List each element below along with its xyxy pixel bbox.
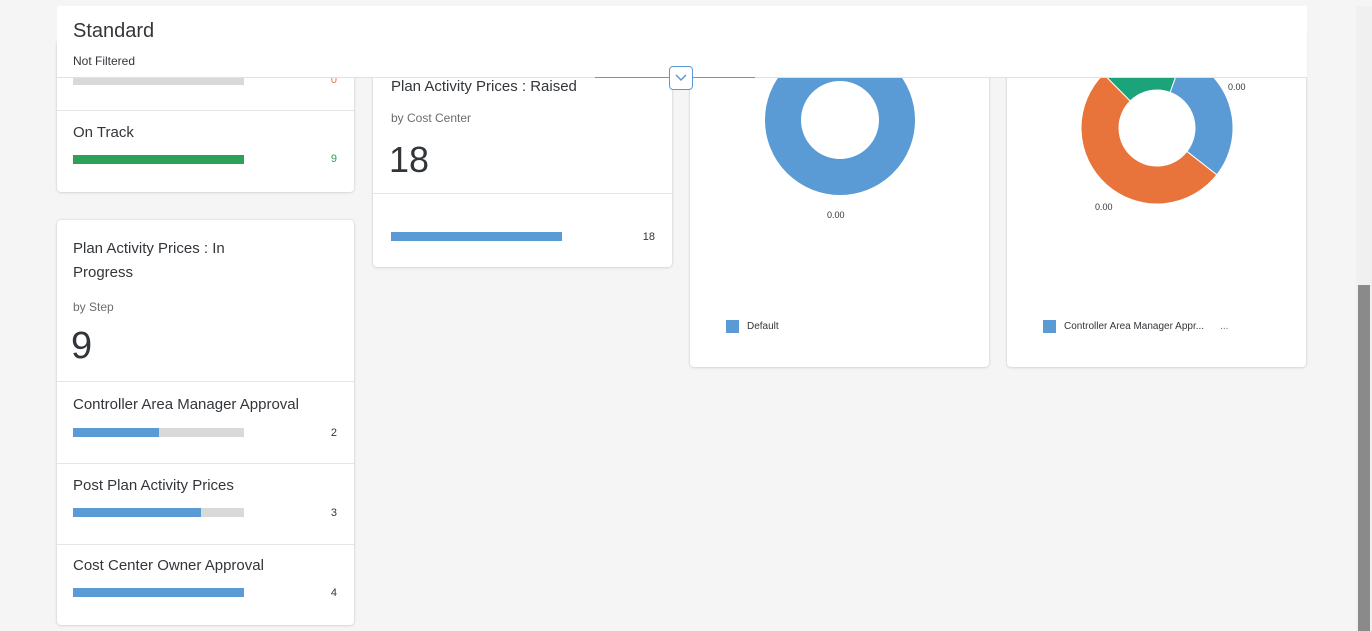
row-label-on-track: On Track [73, 124, 134, 141]
row-count: 18 [642, 231, 655, 243]
progress-bar-track [73, 588, 244, 597]
legend-swatch [726, 320, 739, 333]
row-count: 2 [330, 427, 337, 439]
raised-card[interactable]: Plan Activity Prices : Raised by Cost Ce… [373, 55, 672, 267]
progress-bar-fill [73, 155, 244, 164]
row-count: 9 [330, 153, 337, 165]
row-count: 3 [330, 507, 337, 519]
donut-card-steps[interactable]: 0.00 0.00 Controller Area Manager Appr..… [1007, 30, 1306, 367]
legend-swatch [1043, 320, 1056, 333]
step-label: Controller Area Manager Approval [73, 396, 299, 413]
data-label: 0.00 [827, 210, 845, 220]
in-progress-card[interactable]: Plan Activity Prices : In Progress by St… [57, 220, 354, 625]
donut-card-default[interactable]: 0.00 Default [690, 30, 989, 367]
legend-item[interactable]: Controller Area Manager Appr... ... [1043, 320, 1228, 333]
chevron-down-icon [675, 74, 687, 82]
expand-header-button[interactable] [669, 66, 693, 90]
progress-bar-track [73, 428, 244, 437]
legend-more[interactable]: ... [1220, 321, 1228, 332]
card-subtitle: by Cost Center [391, 111, 472, 125]
legend-label: Controller Area Manager Appr... [1064, 321, 1205, 332]
legend-item[interactable]: Default [726, 320, 779, 333]
progress-bar-fill [73, 588, 244, 597]
progress-bar-track [391, 232, 562, 241]
card-title: Plan Activity Prices : In Progress [73, 240, 225, 281]
kpi-value: 18 [389, 139, 430, 180]
progress-bar-track [73, 508, 244, 517]
vertical-scrollbar[interactable] [1356, 0, 1372, 631]
kpi-value: 9 [71, 325, 93, 367]
progress-bar-fill [391, 232, 562, 241]
progress-bar-fill [73, 508, 202, 517]
legend-label: Default [747, 321, 779, 332]
progress-bar-fill [73, 428, 159, 437]
filter-status: Not Filtered [73, 54, 136, 68]
row-count: 4 [330, 587, 337, 599]
card-subtitle: by Step [73, 300, 114, 314]
data-label: 0.00 [1228, 82, 1246, 92]
data-label: 0.00 [1095, 202, 1113, 212]
scrollbar-thumb[interactable] [1358, 285, 1370, 631]
step-label: Cost Center Owner Approval [73, 557, 264, 574]
step-label: Post Plan Activity Prices [73, 477, 234, 494]
card-title: Plan Activity Prices : Raised [391, 78, 577, 95]
progress-bar-track [73, 155, 244, 164]
variant-title[interactable]: Standard [73, 20, 154, 43]
donut-slice-default[interactable] [765, 45, 915, 195]
